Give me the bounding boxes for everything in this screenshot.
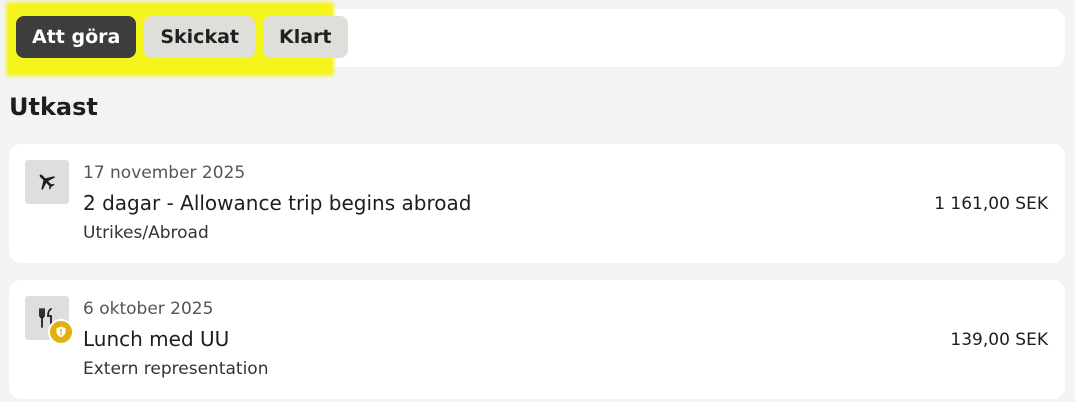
expense-category: Extern representation (83, 359, 269, 379)
expense-card[interactable]: 6 oktober 2025 Lunch med UU Extern repre… (9, 280, 1065, 399)
tab-skickat[interactable]: Skickat (144, 16, 255, 58)
tab-klart[interactable]: Klart (262, 16, 348, 58)
expense-category: Utrikes/Abroad (83, 223, 209, 243)
section-title: Utkast (9, 93, 98, 121)
expense-amount: 1 161,00 SEK (934, 194, 1048, 214)
expense-card[interactable]: 17 november 2025 2 dagar - Allowance tri… (9, 144, 1065, 263)
status-tabs: Att göra Skickat Klart (16, 16, 348, 58)
expense-amount: 139,00 SEK (950, 330, 1048, 350)
expense-title: Lunch med UU (83, 327, 230, 351)
tab-att-gora[interactable]: Att göra (16, 16, 137, 58)
expense-date: 17 november 2025 (83, 163, 246, 183)
airplane-icon (25, 160, 69, 204)
warning-icon (48, 319, 74, 345)
expense-date: 6 oktober 2025 (83, 299, 214, 319)
expense-title: 2 dagar - Allowance trip begins abroad (83, 191, 472, 215)
